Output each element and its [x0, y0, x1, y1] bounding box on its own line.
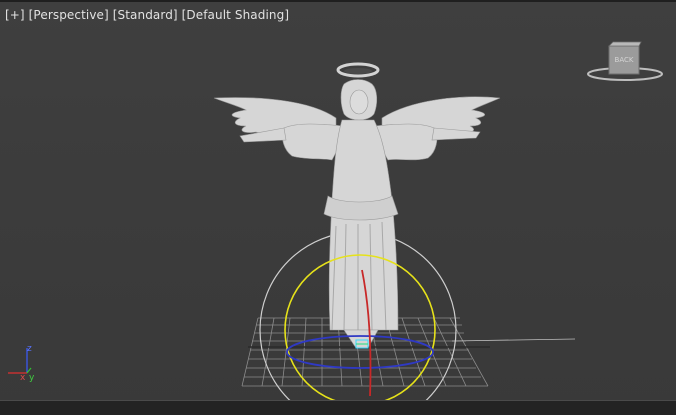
viewcube-face-label: BACK [615, 56, 634, 64]
angel-halo [336, 62, 380, 78]
axis-y-label: y [29, 373, 35, 383]
axis-x-label: x [20, 373, 26, 383]
perspective-viewport[interactable]: [+] [Perspective] [Standard] [Default Sh… [0, 0, 676, 415]
viewport-bottom-border [0, 400, 676, 415]
viewcube[interactable]: BACK [584, 40, 666, 88]
home-grid [241, 317, 576, 387]
axis-z-label: z [27, 344, 32, 354]
angel-statue-model[interactable] [213, 79, 501, 349]
world-axis-tripod: z x y [8, 344, 35, 383]
scene-canvas[interactable]: z x y [0, 0, 676, 415]
